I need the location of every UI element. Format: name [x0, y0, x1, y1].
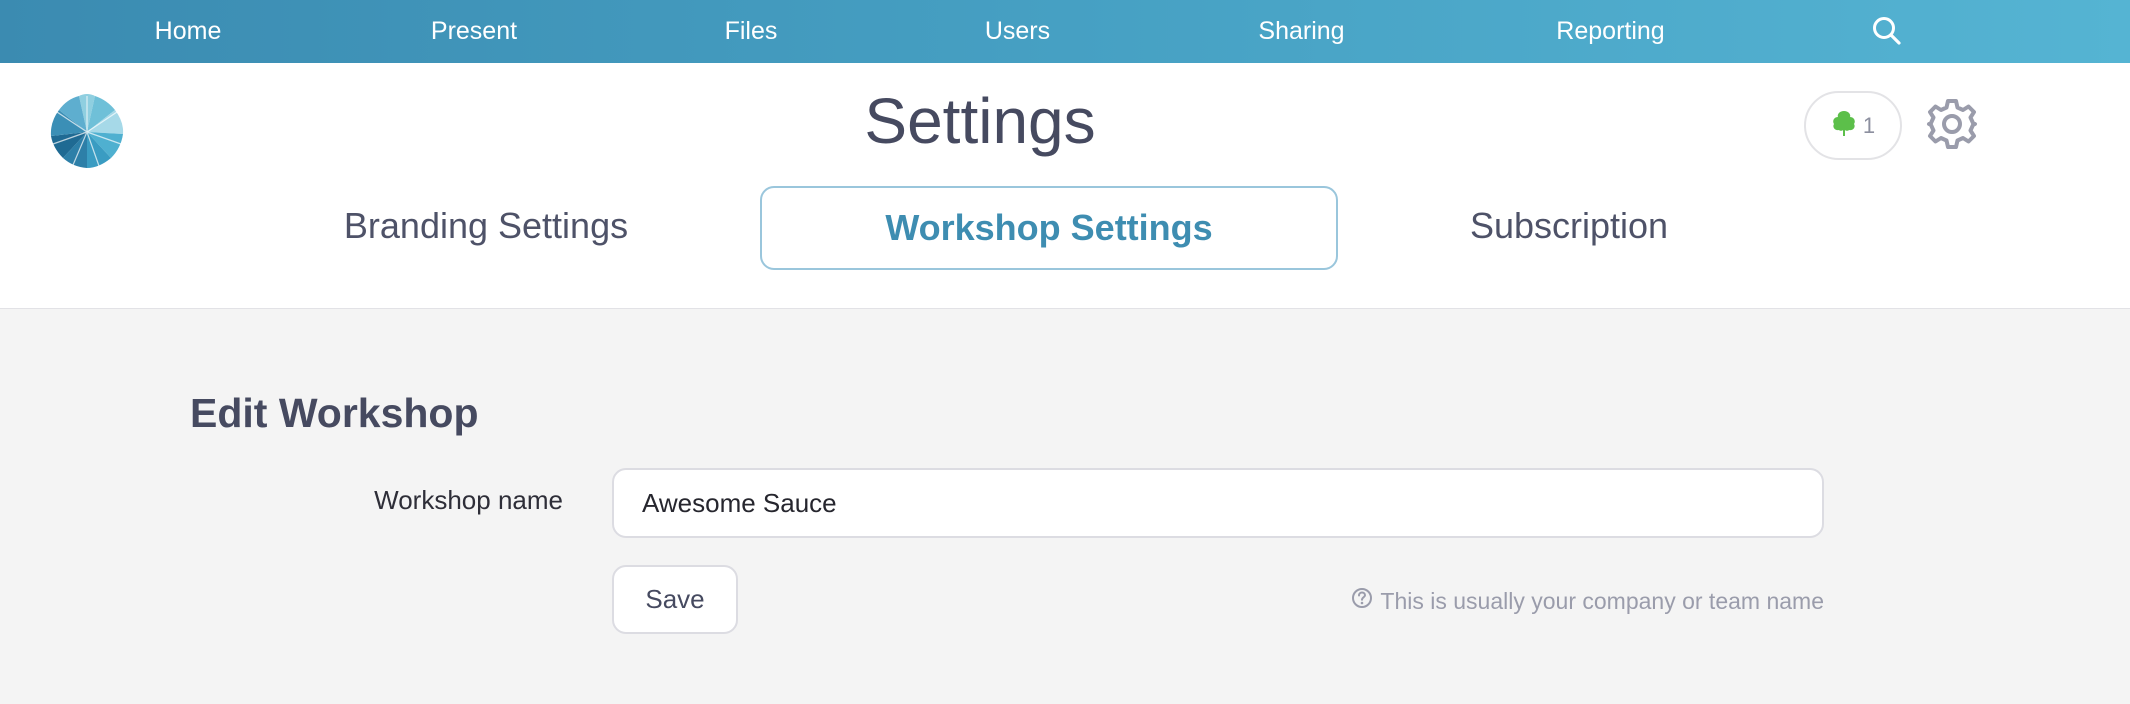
gear-icon[interactable] [1924, 96, 1980, 152]
workshop-name-hint: This is usually your company or team nam… [1351, 587, 1824, 615]
save-button[interactable]: Save [612, 565, 738, 634]
credits-count: 1 [1862, 112, 1876, 138]
credits-badge[interactable]: 1 [1804, 91, 1902, 160]
tab-workshop-settings[interactable]: Workshop Settings [760, 186, 1338, 270]
workshop-name-input[interactable] [612, 468, 1824, 538]
page-title: Settings [864, 85, 1096, 157]
workshop-name-label: Workshop name [374, 485, 563, 515]
question-circle-icon [1351, 587, 1373, 615]
nav-present[interactable]: Present [414, 0, 534, 63]
nav-sharing[interactable]: Sharing [1240, 0, 1363, 63]
settings-header: Settings 1 Branding Settings Workshop Se… [0, 63, 2130, 309]
section-title: Edit Workshop [190, 390, 479, 436]
tab-branding-settings[interactable]: Branding Settings [306, 186, 666, 270]
search-icon[interactable] [1871, 15, 1903, 47]
nav-users[interactable]: Users [970, 0, 1065, 63]
hint-text: This is usually your company or team nam… [1380, 587, 1824, 614]
nav-reporting[interactable]: Reporting [1538, 0, 1683, 63]
tree-icon [1831, 109, 1857, 142]
tab-subscription[interactable]: Subscription [1436, 186, 1702, 270]
nav-files[interactable]: Files [707, 0, 795, 63]
top-navigation: Home Present Files Users Sharing Reporti… [0, 0, 2130, 63]
app-logo[interactable] [47, 92, 127, 172]
nav-home[interactable]: Home [138, 0, 238, 63]
